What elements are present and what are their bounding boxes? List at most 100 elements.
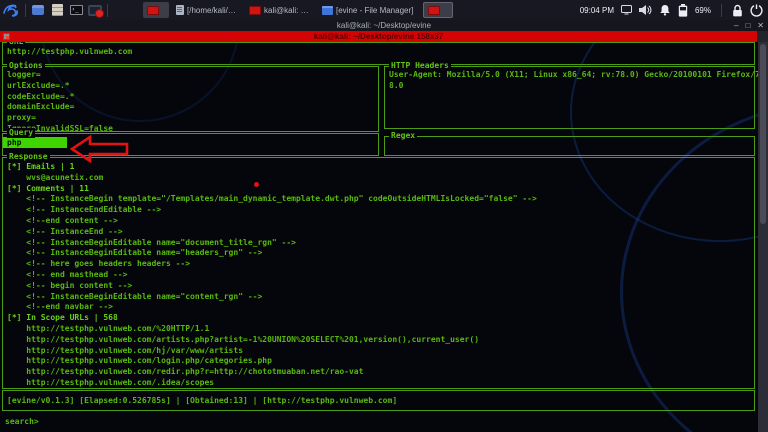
panel-status-area: 09:04 PM 69%	[579, 3, 768, 17]
query-value-highlight[interactable]: php	[3, 137, 67, 148]
terminal-line: http://testphp.vulnweb.com/%20HTTP/1.1	[7, 323, 210, 333]
panel-separator-2	[107, 3, 108, 17]
terminal-line: http://testphp.vulnweb.com/artists.php?a…	[7, 334, 480, 344]
terminal-line: User-Agent: Mozilla/5.0 (X11; Linux x86_…	[389, 70, 760, 79]
file-manager-icon	[322, 5, 333, 15]
query-input-row[interactable]: php	[3, 134, 378, 148]
options-panel-label: Options	[7, 61, 45, 71]
launcher-area: ›_	[31, 3, 104, 18]
launcher-filemanager-button[interactable]	[50, 3, 64, 17]
terminal-line: proxy=	[7, 113, 36, 123]
terminal-line: <!-- here goes headers headers -->	[7, 259, 191, 269]
regex-panel-label: Regex	[389, 131, 418, 141]
terminal-scrollbar[interactable]	[758, 42, 768, 432]
taskbar-button-home-window[interactable]: [/home/kali/Desktop/evi...	[172, 2, 242, 18]
top-panel: ›_ [/home/kali/Desktop/evi... kali@kali:…	[0, 0, 768, 20]
document-icon	[176, 5, 184, 15]
terminal-line: <!-- end masthead -->	[7, 269, 128, 279]
taskbar-button-terminal-window[interactable]: kali@kali: ~/Desktop/evi...	[245, 2, 315, 18]
taskbar: [/home/kali/Desktop/evi... kali@kali: ~/…	[143, 2, 453, 18]
terminal-window-titlebar[interactable]: kali@kali: ~/Desktop/evine – □ ✕	[0, 20, 768, 31]
launcher-window-button[interactable]	[31, 3, 45, 17]
close-icon[interactable]: ✕	[757, 21, 764, 30]
window-icon	[32, 5, 44, 15]
terminal-line: <!-- InstanceBeginEditable name="content…	[7, 291, 263, 301]
response-panel: Response [*] Emails | 1 wvs@acunetix.com…	[2, 152, 755, 389]
status-bar-text: [evine/v0.1.3] [Elapsed:0.526785s] | [Ob…	[7, 396, 398, 405]
red-arrow-annotation	[70, 135, 129, 163]
launcher-display-button[interactable]	[88, 3, 104, 18]
window-controls: – □ ✕	[734, 20, 764, 31]
display-record-icon	[88, 4, 104, 18]
maximize-icon[interactable]: □	[745, 21, 750, 30]
taskbar-button-current[interactable]	[423, 2, 453, 18]
terminal-line: http://testphp.vulnweb.com/login.php/cat…	[7, 356, 272, 366]
battery-icon[interactable]	[678, 3, 688, 17]
terminal-line: <!-- InstanceEnd -->	[7, 226, 123, 236]
response-panel-label: Response	[7, 152, 50, 162]
regex-panel[interactable]: Regex	[384, 131, 755, 156]
terminal-line: codeExclude=.*	[7, 91, 75, 101]
file-cabinet-icon	[51, 4, 63, 16]
terminal-line: [*] Emails | 1	[7, 162, 75, 171]
display-settings-icon[interactable]	[620, 5, 632, 15]
terminal-line: <!--end navbar -->	[7, 302, 113, 312]
taskbar-button-label: [/home/kali/Desktop/evi...	[187, 5, 238, 15]
http-headers-panel-label: HTTP Headers	[389, 61, 451, 71]
status-bar-panel: [evine/v0.1.3] [Elapsed:0.526785s] | [Ob…	[2, 390, 755, 411]
http-headers-panel: HTTP Headers User-Agent: Mozilla/5.0 (X1…	[384, 61, 760, 129]
url-panel: URL http://testphp.vulnweb.com	[2, 42, 755, 65]
terminal-tab-bar[interactable]: kali@kali: ~/Desktop/evine 158x37	[0, 31, 757, 42]
red-terminal-icon	[147, 5, 159, 15]
options-lines: logger= urlExclude=.* codeExclude=.* domain…	[3, 67, 378, 135]
terminal-line: domainExclude=	[7, 102, 75, 112]
query-panel-label: Query	[7, 128, 36, 138]
taskbar-button-label: kali@kali: ~/Desktop/evi...	[264, 5, 311, 15]
red-terminal-icon	[428, 5, 440, 15]
terminal-line: <!-- begin content -->	[7, 280, 133, 290]
launcher-terminal-button[interactable]: ›_	[69, 3, 83, 17]
url-value: http://testphp.vulnweb.com	[7, 47, 133, 56]
clock-label: 09:04 PM	[579, 5, 614, 15]
kali-menu-button[interactable]	[0, 0, 22, 20]
window-title: kali@kali: ~/Desktop/evine	[336, 21, 432, 30]
taskbar-button-active[interactable]	[143, 2, 169, 18]
panel-separator	[25, 3, 26, 17]
volume-icon[interactable]	[638, 4, 652, 16]
minimize-icon[interactable]: –	[734, 21, 738, 30]
terminal-line: [*] Comments | 11	[7, 183, 89, 193]
terminal-line: <!--end content -->	[7, 215, 118, 225]
terminal-line: http://testphp.vulnweb.com/.idea/scopes	[7, 377, 215, 387]
lock-icon[interactable]	[732, 4, 743, 17]
terminal-line: <!-- InstanceBegin template="/Templates/…	[7, 194, 537, 204]
terminal-line: <!-- InstanceBeginEditable name="headers…	[7, 248, 263, 258]
battery-percent: 69%	[694, 5, 711, 15]
red-terminal-icon	[249, 5, 261, 15]
taskbar-button-label: [evine - File Manager]	[336, 5, 414, 15]
terminal-line: http://testphp.vulnweb.com/hj/var/www/ar…	[7, 345, 244, 355]
terminal-line: wvs@acunetix.com	[7, 172, 104, 182]
url-panel-label: URL	[7, 42, 26, 47]
search-prompt[interactable]: search>	[5, 416, 39, 427]
terminal-line: http://testphp.vulnweb.com/redir.php?r=h…	[7, 367, 364, 377]
query-panel[interactable]: Query php	[2, 128, 379, 156]
terminal-line: 8.0	[389, 80, 404, 90]
notification-bell-icon[interactable]	[659, 4, 671, 16]
kali-logo-icon	[3, 4, 18, 17]
panel-separator-3	[721, 3, 722, 17]
terminal-line: <!-- InstanceBeginEditable name="documen…	[7, 237, 296, 247]
terminal-icon: ›_	[69, 5, 83, 15]
terminal-line: [*] In Scope URLs | 568	[7, 313, 118, 323]
red-dot-annotation	[254, 182, 259, 187]
terminal-line: <!-- InstanceEndEditable -->	[7, 205, 162, 215]
options-panel: Options logger= urlExclude=.* codeExclude=…	[2, 61, 379, 135]
tabbar-corner	[757, 31, 768, 42]
power-icon[interactable]	[750, 4, 763, 17]
regex-value[interactable]	[385, 137, 754, 140]
response-lines: [*] Emails | 1 wvs@acunetix.com [*] Comme…	[3, 158, 754, 389]
tab-title: kali@kali: ~/Desktop/evine 158x37	[313, 32, 444, 41]
terminal-line: urlExclude=.*	[7, 80, 70, 90]
terminal-line: logger=	[7, 70, 41, 79]
taskbar-button-file-manager[interactable]: [evine - File Manager]	[318, 2, 420, 18]
terminal-screen[interactable]: URL http://testphp.vulnweb.com Options l…	[0, 42, 768, 432]
